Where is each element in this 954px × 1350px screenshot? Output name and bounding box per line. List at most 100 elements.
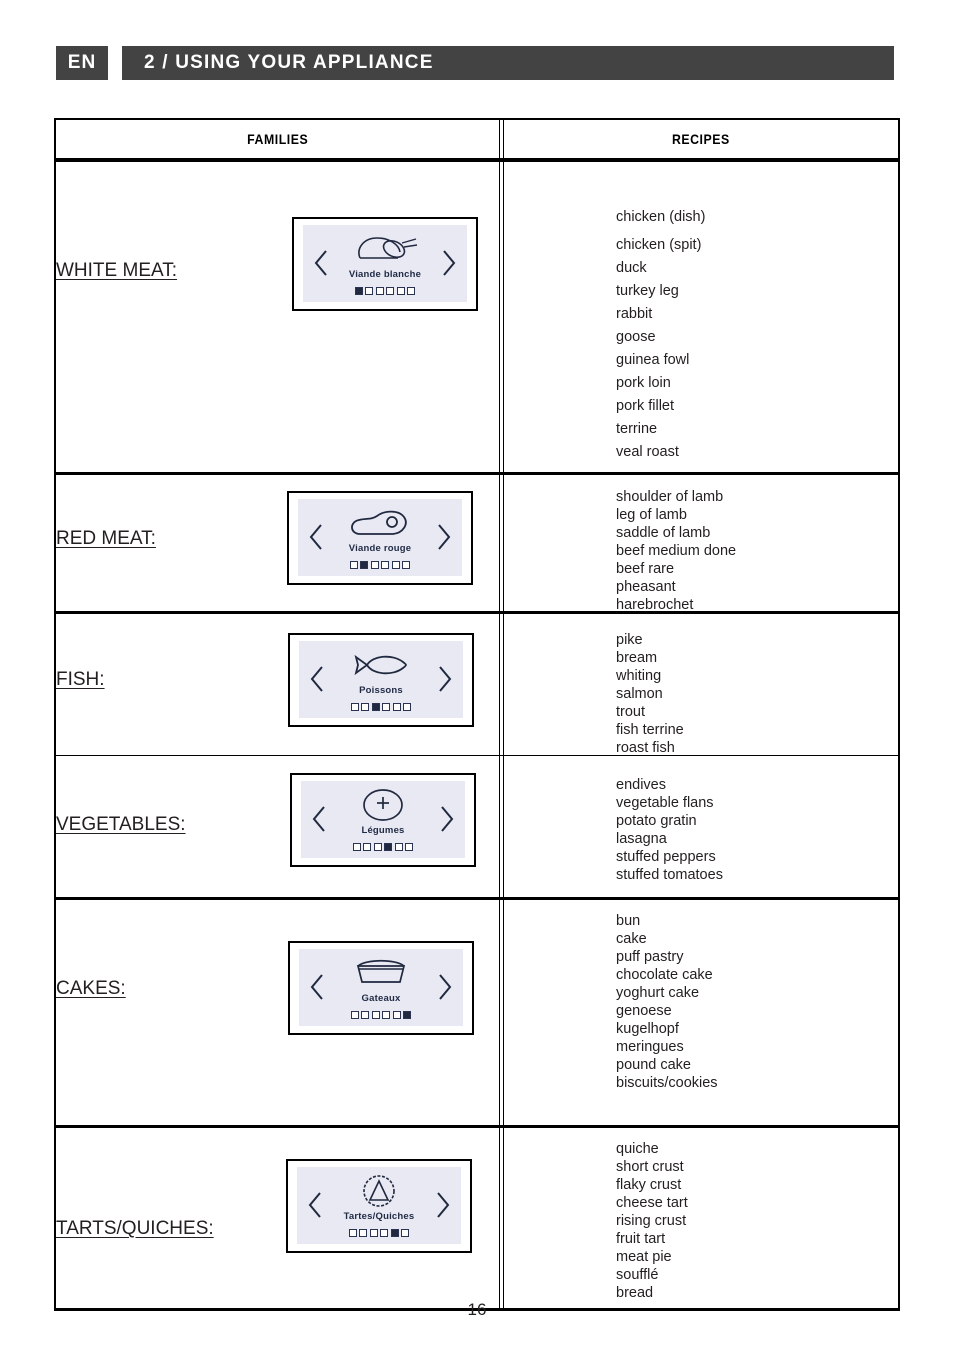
- column-header-families: FAMILIES: [246, 131, 309, 147]
- list-item: pork loin: [616, 375, 671, 391]
- family-label: FISH:: [56, 669, 105, 690]
- header-spacer: [108, 46, 122, 80]
- chevron-left-icon[interactable]: [308, 522, 324, 552]
- step-dot: [363, 842, 372, 851]
- appliance-display[interactable]: Légumes: [290, 773, 476, 867]
- display-center: Légumes: [327, 787, 439, 851]
- list-item: vegetable flans: [616, 795, 714, 811]
- chevron-right-icon[interactable]: [437, 664, 453, 694]
- step-dot: [350, 1010, 359, 1019]
- list-item: goose: [616, 329, 656, 345]
- list-item: pound cake: [616, 1057, 691, 1073]
- display-screen: Viande blanche: [303, 225, 467, 302]
- list-item: flaky crust: [616, 1177, 682, 1193]
- list-item: terrine: [616, 421, 658, 437]
- chevron-right-icon[interactable]: [436, 522, 452, 552]
- step-dot: [381, 560, 390, 569]
- chevron-left-icon[interactable]: [307, 1190, 323, 1220]
- list-item: pike: [616, 632, 643, 648]
- list-item: puff pastry: [616, 949, 684, 965]
- family-cell: FISH: Poissons: [56, 614, 500, 755]
- step-dot: [392, 1010, 401, 1019]
- list-item: shoulder of lamb: [616, 489, 724, 505]
- list-item: trout: [616, 704, 646, 720]
- family-label: RED MEAT:: [56, 528, 156, 549]
- display-center: Tartes/Quiches: [323, 1173, 435, 1237]
- chevron-right-icon[interactable]: [439, 804, 455, 834]
- cake-mold-icon: [350, 955, 412, 991]
- recipe-list: shoulder of lamb leg of lamb saddle of l…: [504, 475, 898, 614]
- list-item: guinea fowl: [616, 352, 690, 368]
- meat-cut-icon: [347, 505, 413, 541]
- display-screen: Viande rouge: [298, 499, 462, 576]
- step-dot: [392, 702, 401, 711]
- step-dot: [384, 842, 393, 851]
- step-dot: [373, 842, 382, 851]
- display-family-name: Légumes: [361, 825, 405, 837]
- chevron-left-icon[interactable]: [309, 664, 325, 694]
- chevron-left-icon[interactable]: [309, 972, 325, 1002]
- recipes-cell: pike bream whiting salmon trout fish ter…: [504, 614, 898, 757]
- step-dot: [402, 560, 411, 569]
- table-row: FISH: Poissons pike bream whiting salmon…: [56, 614, 898, 756]
- language-badge: EN: [56, 46, 108, 80]
- step-dot: [403, 702, 412, 711]
- display-step-indicator: [354, 286, 416, 295]
- list-item: whiting: [616, 668, 662, 684]
- list-item: rising crust: [616, 1213, 687, 1229]
- list-item: fruit tart: [616, 1231, 666, 1247]
- recipes-cell: bun cake puff pastry chocolate cake yogh…: [504, 900, 898, 1125]
- list-item: chocolate cake: [616, 967, 713, 983]
- list-item: meringues: [616, 1039, 684, 1055]
- poultry-icon: [350, 231, 420, 267]
- list-item: turkey leg: [616, 283, 679, 299]
- display-screen: Légumes: [301, 781, 465, 858]
- display-center: Viande rouge: [324, 505, 436, 569]
- step-dot: [370, 560, 379, 569]
- appliance-display[interactable]: Gateaux: [288, 941, 474, 1035]
- families-recipes-table: FAMILIES RECIPES WHITE MEAT: Viande blan…: [54, 118, 900, 1311]
- table-row: WHITE MEAT: Viande blanche chicken (dish…: [56, 162, 898, 475]
- step-dot: [382, 702, 391, 711]
- list-item: fish terrine: [616, 722, 684, 738]
- display-screen: Gateaux: [299, 949, 463, 1026]
- list-item: saddle of lamb: [616, 525, 711, 541]
- list-item: veal roast: [616, 444, 679, 460]
- list-item: meat pie: [616, 1249, 672, 1265]
- list-item: bun: [616, 913, 641, 929]
- recipe-list: pike bream whiting salmon trout fish ter…: [504, 614, 898, 757]
- list-item: harebrochet: [616, 597, 694, 613]
- chevron-right-icon[interactable]: [441, 248, 457, 278]
- list-item: pork fillet: [616, 398, 675, 414]
- list-item: cheese tart: [616, 1195, 688, 1211]
- step-dot: [354, 286, 363, 295]
- list-item: bream: [616, 650, 658, 666]
- chevron-right-icon[interactable]: [437, 972, 453, 1002]
- recipe-list: bun cake puff pastry chocolate cake yogh…: [504, 900, 898, 1092]
- appliance-display[interactable]: Poissons: [288, 633, 474, 727]
- step-dot: [360, 560, 369, 569]
- family-label: TARTS/QUICHES:: [56, 1218, 214, 1239]
- appliance-display[interactable]: Tartes/Quiches: [286, 1159, 472, 1253]
- table-row: CAKES: Gateaux bun cake puff pastry choc…: [56, 900, 898, 1128]
- column-header-recipes: RECIPES: [672, 131, 730, 147]
- family-label: WHITE MEAT:: [56, 260, 178, 281]
- list-item: cake: [616, 931, 647, 947]
- appliance-display[interactable]: Viande rouge: [287, 491, 473, 585]
- step-dot: [403, 1010, 412, 1019]
- step-dot: [407, 286, 416, 295]
- table-row: RED MEAT: Viande rouge shoulder of lamb …: [56, 475, 898, 614]
- step-dot: [380, 1228, 389, 1237]
- chevron-left-icon[interactable]: [311, 804, 327, 834]
- chevron-left-icon[interactable]: [313, 248, 329, 278]
- appliance-display[interactable]: Viande blanche: [292, 217, 478, 311]
- list-item: beef medium done: [616, 543, 737, 559]
- display-center: Poissons: [325, 647, 437, 711]
- step-dot: [371, 702, 380, 711]
- vegetable-dish-icon: [357, 787, 409, 823]
- recipes-cell: chicken (dish) chicken (spit) duck turke…: [504, 162, 898, 472]
- column-header-recipes-cell: RECIPES: [504, 120, 898, 158]
- chevron-right-icon[interactable]: [435, 1190, 451, 1220]
- step-dot: [371, 1010, 380, 1019]
- page-title: 2 / USING YOUR APPLIANCE: [144, 52, 434, 73]
